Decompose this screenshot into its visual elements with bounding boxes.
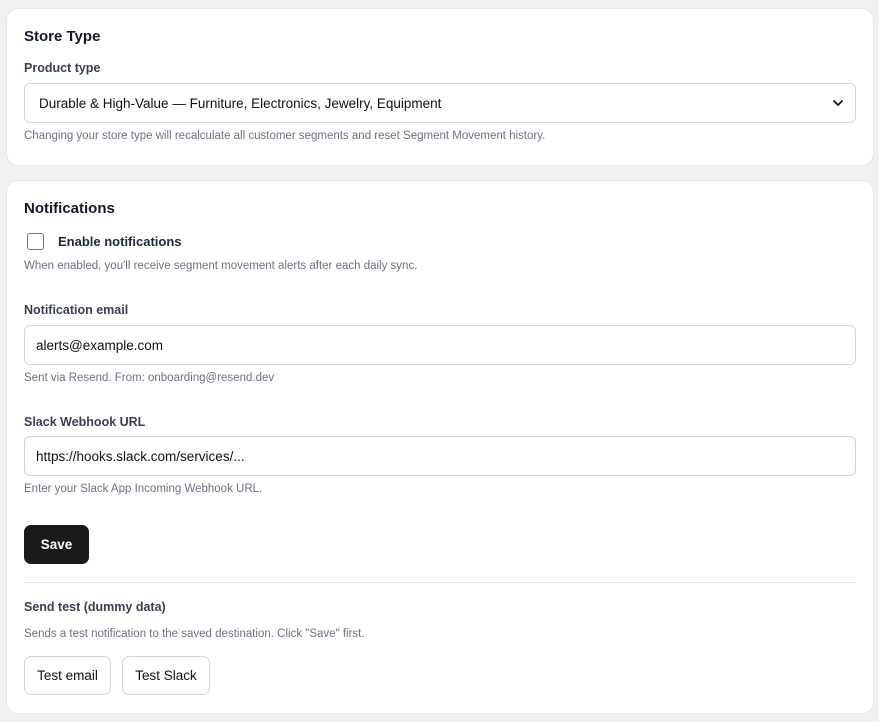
store-type-help: Changing your store type will recalculat… <box>24 130 546 142</box>
store-type-title: Store Type <box>24 28 101 45</box>
checkbox-unchecked-icon[interactable] <box>27 233 44 250</box>
notification-email-label: Notification email <box>24 303 129 317</box>
notifications-card: Notifications Enable notifications When … <box>6 180 874 714</box>
save-button[interactable]: Save <box>24 525 89 564</box>
chevron-down-icon <box>833 100 843 106</box>
notifications-title: Notifications <box>24 200 115 217</box>
product-type-select[interactable]: Durable & High-Value — Furniture, Electr… <box>24 83 856 123</box>
enable-notifications-label: Enable notifications <box>58 234 182 249</box>
product-type-label: Product type <box>24 61 101 75</box>
notification-email-field[interactable]: alerts@example.com <box>24 325 856 365</box>
test-slack-button[interactable]: Test Slack <box>122 656 210 695</box>
notification-email-help: Sent via Resend. From: onboarding@resend… <box>24 372 275 384</box>
slack-webhook-help: Enter your Slack App Incoming Webhook UR… <box>24 483 263 495</box>
send-test-help: Sends a test notification to the saved d… <box>24 628 365 640</box>
product-type-selected-value: Durable & High-Value — Furniture, Electr… <box>39 95 442 111</box>
section-divider <box>24 582 856 583</box>
send-test-title: Send test (dummy data) <box>24 600 166 614</box>
test-email-button[interactable]: Test email <box>24 656 111 695</box>
slack-webhook-field[interactable]: https://hooks.slack.com/services/... <box>24 436 856 476</box>
notification-email-value: alerts@example.com <box>36 337 163 353</box>
slack-webhook-label: Slack Webhook URL <box>24 415 146 429</box>
slack-webhook-value: https://hooks.slack.com/services/... <box>36 448 245 464</box>
enable-notifications-help: When enabled, you'll receive segment mov… <box>24 260 418 272</box>
enable-notifications-toggle[interactable]: Enable notifications <box>27 233 182 250</box>
store-type-card: Store Type Product type Durable & High-V… <box>6 8 874 166</box>
